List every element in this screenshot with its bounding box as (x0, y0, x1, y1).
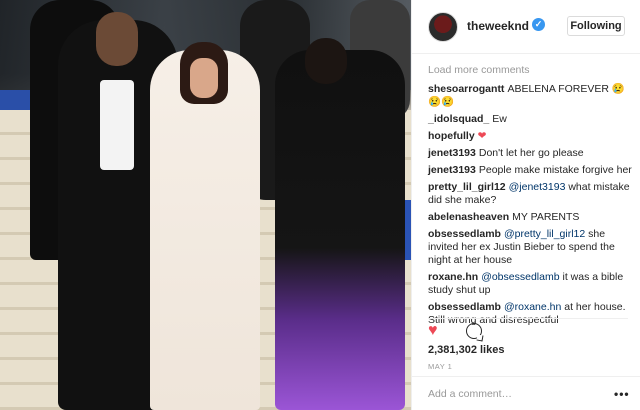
following-button[interactable]: Following (567, 16, 625, 36)
comments-list: Load more comments shesoarrogantt ABELENA… (428, 64, 632, 331)
comment-text: MY PARENTS (512, 211, 580, 223)
heart-emoji-icon: ❤ (477, 130, 487, 142)
comment-mention-link[interactable]: @roxane.hn (504, 301, 561, 313)
add-comment-bar: ••• (412, 376, 640, 410)
comment-username[interactable]: obsessedlamb (428, 228, 501, 240)
comment-item: obsessedlamb @pretty_lil_girl12 she invit… (428, 228, 632, 267)
add-comment-input[interactable] (428, 386, 598, 402)
post-sidebar: theweeknd ✓ Following Load more comments… (411, 0, 640, 410)
comment-item: shesoarrogantt ABELENA FOREVER 😢😢😢 (428, 83, 632, 109)
post-date: MAY 1 (428, 362, 453, 371)
load-more-comments-link[interactable]: Load more comments (428, 64, 632, 77)
comment-bubble-icon[interactable] (466, 323, 482, 339)
comment-username[interactable]: obsessedlamb (428, 301, 501, 313)
comment-username[interactable]: jenet3193 (428, 164, 476, 176)
comment-mention-link[interactable]: @obsessedlamb (481, 271, 559, 283)
comment-username[interactable]: pretty_lil_girl12 (428, 181, 506, 193)
comment-text: People make mistake forgive her (478, 164, 632, 176)
comment-item: _idolsquad_ Ew (428, 113, 632, 126)
comment-mention-link[interactable]: @pretty_lil_girl12 (504, 228, 585, 240)
like-heart-icon[interactable]: ♥ (428, 322, 438, 340)
comment-username[interactable]: jenet3193 (428, 147, 476, 159)
comment-item: hopefully ❤ (428, 130, 632, 143)
comment-username[interactable]: shesoarrogantt (428, 83, 504, 95)
comment-username[interactable]: roxane.hn (428, 271, 478, 283)
comment-item: roxane.hn @obsessedlamb it was a bible st… (428, 271, 632, 297)
comment-item: abelenasheaven MY PARENTS (428, 211, 632, 224)
username-link[interactable]: theweeknd (467, 19, 529, 33)
comment-item: jenet3193 Don't let her go please (428, 147, 632, 160)
comment-username[interactable]: hopefully (428, 130, 475, 142)
verified-badge-icon: ✓ (532, 18, 545, 31)
more-options-icon[interactable]: ••• (614, 387, 630, 401)
comment-item: pretty_lil_girl12 @jenet3193 what mistake… (428, 181, 632, 207)
comment-text: ABELENA FOREVER (507, 83, 612, 95)
post-header: theweeknd ✓ Following (412, 0, 640, 54)
comment-text: Don't let her go please (478, 147, 584, 159)
photo-woman-white-dress (150, 42, 260, 410)
post-photo[interactable] (0, 0, 411, 410)
avatar[interactable] (428, 12, 458, 42)
comment-username[interactable]: _idolsquad_ (428, 113, 489, 125)
comment-mention-link[interactable]: @jenet3193 (509, 181, 566, 193)
comment-username[interactable]: abelenasheaven (428, 211, 509, 223)
comment-text: Ew (492, 113, 507, 125)
comment-item: jenet3193 People make mistake forgive her (428, 164, 632, 177)
photo-woman-gown (275, 38, 405, 410)
likes-count[interactable]: 2,381,302 likes (428, 344, 504, 356)
post-actions: ♥ (428, 318, 628, 340)
